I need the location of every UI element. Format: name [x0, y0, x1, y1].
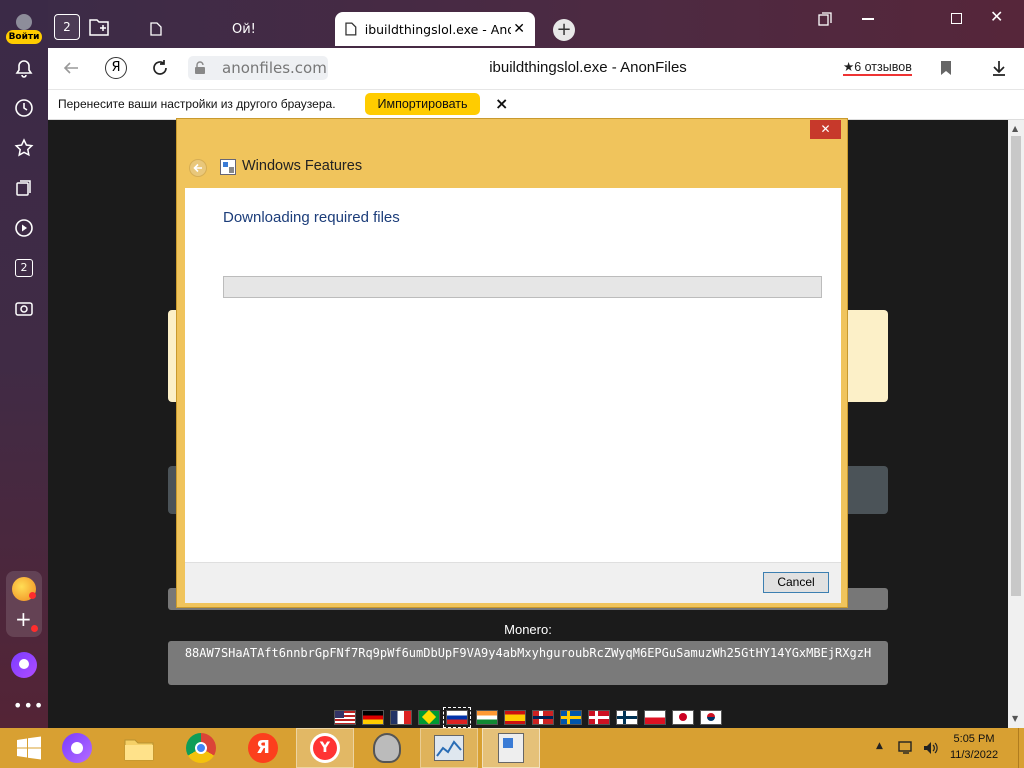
notifications-icon[interactable]	[12, 57, 36, 81]
import-settings-infobar: Перенесите ваши настройки из другого бра…	[48, 90, 1024, 120]
fr-flag[interactable]	[390, 710, 412, 725]
dialog-footer: Cancel	[185, 562, 841, 603]
history-icon[interactable]	[12, 96, 36, 120]
yandex-launcher-icon[interactable]: Я	[234, 728, 292, 768]
dialog-body: Downloading required files	[185, 188, 841, 562]
address-field[interactable]: anonfiles.com	[188, 56, 328, 80]
chrome-icon[interactable]	[172, 728, 230, 768]
avatar	[16, 14, 32, 30]
new-tab-group-icon[interactable]	[88, 16, 112, 38]
tab-anonfiles-active[interactable]: ibuildthingslol.exe - Anon ✕	[335, 12, 535, 46]
dialog-heading: Downloading required files	[223, 209, 400, 226]
tab-count: 2	[63, 20, 71, 34]
windows-features-dialog: ✕ Windows Features Downloading required …	[176, 118, 848, 608]
br-flag[interactable]	[418, 709, 440, 725]
yandex-home-icon[interactable]: Я	[105, 57, 127, 79]
notification-dot	[29, 592, 36, 599]
tab-count-icon[interactable]: 2	[12, 256, 36, 280]
more-options-icon[interactable]: •••	[13, 696, 44, 715]
close-infobar-icon[interactable]: ×	[495, 94, 508, 113]
ru-flag[interactable]	[443, 707, 471, 728]
windows-taskbar: Я Y ▲ 5:05 PM 11/3/2022	[0, 728, 1024, 768]
login-label: Войти	[6, 30, 42, 44]
windows-features-taskbar-icon[interactable]	[482, 728, 540, 768]
yandex-browser-taskbar-icon[interactable]: Y	[296, 728, 354, 768]
resource-monitor-icon[interactable]	[420, 728, 478, 768]
page-title: ibuildthingslol.exe - AnonFiles	[489, 59, 687, 76]
document-icon	[345, 22, 357, 36]
login-button[interactable]: Войти	[6, 12, 42, 46]
fi-flag[interactable]	[616, 710, 638, 725]
video-play-icon[interactable]	[12, 216, 36, 240]
collections-icon[interactable]	[12, 176, 36, 200]
tab-oops[interactable]: Ой!	[140, 12, 330, 46]
kr-flag[interactable]	[700, 710, 722, 725]
notification-dot	[31, 625, 38, 632]
se-flag[interactable]	[560, 710, 582, 725]
download-progress-bar	[223, 276, 822, 298]
scroll-thumb[interactable]	[1011, 136, 1021, 596]
bookmark-icon[interactable]	[940, 60, 952, 76]
jp-flag[interactable]	[672, 710, 694, 725]
lock-icon[interactable]	[194, 61, 206, 75]
dk-flag[interactable]	[588, 710, 610, 725]
in-flag[interactable]	[476, 710, 498, 725]
page-scrollbar[interactable]: ▲ ▼	[1008, 120, 1024, 728]
no-flag[interactable]	[532, 710, 554, 725]
reload-icon[interactable]	[150, 58, 170, 78]
windows-features-icon	[220, 159, 236, 175]
show-hidden-icons-icon[interactable]: ▲	[876, 741, 883, 751]
minimize-icon[interactable]	[862, 18, 874, 20]
volume-icon[interactable]	[922, 740, 940, 756]
tab-count-badge: 2	[15, 259, 33, 277]
monero-label: Monero:	[504, 622, 552, 637]
cancel-button[interactable]: Cancel	[763, 572, 829, 593]
es-flag[interactable]	[504, 710, 526, 725]
address-domain: anonfiles.com	[222, 59, 327, 77]
network-icon[interactable]	[898, 740, 916, 756]
dialog-close-button[interactable]: ✕	[810, 120, 841, 139]
pinned-services-panel: +	[6, 571, 42, 637]
monero-address[interactable]: 88AW7SHaATAft6nnbrGpFNf7Rq9pWf6umDbUpF9V…	[168, 641, 888, 685]
import-prompt-text: Перенесите ваши настройки из другого бра…	[58, 97, 336, 111]
import-button[interactable]: Импортировать	[365, 93, 480, 115]
us-flag[interactable]	[334, 710, 356, 725]
document-icon	[150, 22, 162, 36]
downloads-icon[interactable]	[990, 59, 1008, 77]
screenshot-camera-icon[interactable]	[12, 296, 36, 320]
maximize-icon[interactable]	[951, 13, 962, 24]
browser-sidebar: Войти 2 + •••	[0, 0, 48, 728]
de-flag[interactable]	[362, 710, 384, 725]
tab-bar: 2 Ой! ibuildthingslol.exe - Anon ✕ + ✕	[48, 0, 1024, 48]
alice-assistant-icon[interactable]	[11, 652, 37, 678]
support-agent-icon[interactable]	[358, 728, 416, 768]
windows-logo-icon	[17, 736, 41, 760]
back-button[interactable]	[189, 159, 207, 177]
tab-manager-button[interactable]: 2	[54, 14, 80, 40]
scroll-down-icon[interactable]: ▼	[1012, 714, 1018, 723]
close-tab-icon[interactable]: ✕	[513, 21, 525, 37]
address-toolbar: Я anonfiles.com ibuildthingslol.exe - An…	[48, 48, 1024, 90]
collections-window-icon[interactable]	[817, 11, 833, 27]
pl-flag[interactable]	[644, 710, 666, 725]
show-desktop-button[interactable]	[1018, 728, 1024, 768]
file-explorer-icon[interactable]	[110, 728, 168, 768]
tab-title: Ой!	[232, 21, 256, 37]
dialog-title: Windows Features	[242, 158, 363, 174]
scroll-up-icon[interactable]: ▲	[1012, 124, 1018, 133]
clock-time[interactable]: 5:05 PM	[950, 733, 998, 745]
alice-taskbar-icon[interactable]	[48, 728, 106, 768]
back-arrow-icon[interactable]	[62, 59, 80, 77]
add-service-icon[interactable]: +	[15, 609, 32, 629]
clock-date[interactable]: 11/3/2022	[948, 749, 1000, 761]
tab-title: ibuildthingslol.exe - Anon	[364, 21, 512, 37]
reviews-badge[interactable]: ★6 отзывов	[843, 59, 912, 76]
close-window-icon[interactable]: ✕	[990, 7, 1003, 26]
bookmarks-star-icon[interactable]	[12, 136, 36, 160]
back-arrow-icon	[193, 163, 202, 173]
new-tab-plus-icon[interactable]: +	[553, 19, 575, 41]
